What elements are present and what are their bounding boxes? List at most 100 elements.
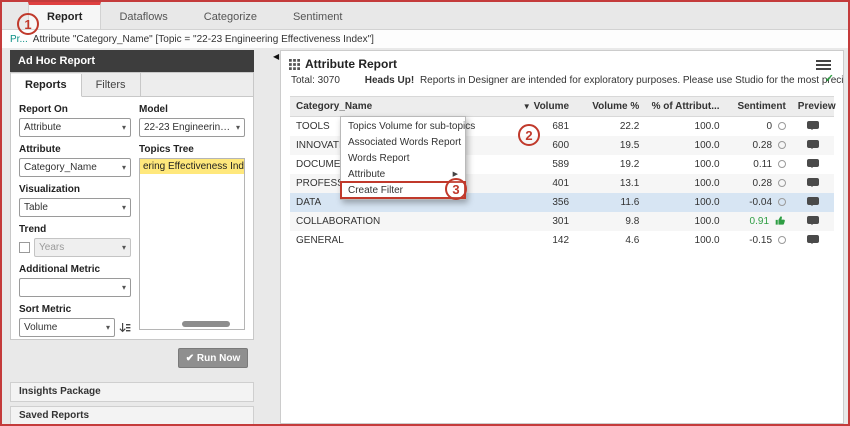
preview-cell[interactable]	[792, 231, 834, 250]
annotation-step-1: 1	[17, 13, 39, 35]
volume-pct-cell: 19.5	[575, 136, 645, 155]
chevron-down-icon: ▾	[122, 283, 126, 292]
sort-metric-value: Volume	[24, 322, 57, 333]
collapse-panel-icon[interactable]: ◀	[273, 52, 279, 61]
report-form: Report On Attribute ▾ Attribute Category…	[11, 97, 253, 339]
trend-checkbox[interactable]	[19, 242, 30, 253]
sort-desc-icon: ▼	[523, 102, 531, 111]
trend-value: Years	[39, 242, 64, 253]
col-volume-label: Volume	[534, 101, 569, 112]
trend-label: Trend	[19, 224, 131, 235]
comment-preview-icon	[807, 197, 819, 205]
notice-bold: Heads Up!	[365, 75, 414, 86]
col-volume-pct[interactable]: Volume %	[575, 97, 645, 117]
report-on-select[interactable]: Attribute ▾	[19, 118, 131, 137]
preview-cell[interactable]	[792, 155, 834, 174]
sidebar-title: Ad Hoc Report	[10, 50, 254, 72]
panel-title: Attribute Report	[305, 57, 397, 71]
volume-pct-cell: 19.2	[575, 155, 645, 174]
volume-cell: 589	[509, 155, 575, 174]
model-value: 22-23 Engineering Effectiv	[144, 122, 232, 133]
chevron-down-icon: ▾	[122, 123, 126, 132]
volume-pct-cell: 13.1	[575, 174, 645, 193]
breadcrumb-link[interactable]: Pr...	[10, 34, 28, 45]
topics-tree-selected-item[interactable]: ering Effectiveness Index	[140, 159, 244, 174]
notice-row: Total: 3070 Heads Up! Reports in Designe…	[281, 74, 843, 90]
breadcrumb: Pr... Attribute "Category_Name" [Topic =…	[2, 30, 848, 48]
col-attr-pct[interactable]: % of Attribut...	[645, 97, 725, 117]
sort-metric-label: Sort Metric	[19, 304, 131, 315]
volume-pct-cell: 11.6	[575, 193, 645, 212]
chevron-down-icon: ▾	[122, 203, 126, 212]
attribute-value: Category_Name	[24, 162, 97, 173]
preview-cell[interactable]	[792, 212, 834, 231]
tab-sentiment[interactable]: Sentiment	[275, 2, 361, 29]
category-cell: GENERAL	[290, 231, 509, 250]
preview-cell[interactable]	[792, 136, 834, 155]
preview-cell[interactable]	[792, 117, 834, 136]
menu-item-topics-volume-for-sub-topics[interactable]: Topics Volume for sub-topics	[341, 118, 465, 134]
tab-filters[interactable]: Filters	[82, 73, 141, 96]
neutral-sentiment-icon	[778, 236, 786, 244]
table-row-general[interactable]: GENERAL1424.6100.0-0.15	[290, 231, 834, 250]
tab-categorize[interactable]: Categorize	[186, 2, 275, 29]
neutral-sentiment-icon	[778, 179, 786, 187]
table-row-collaboration[interactable]: COLLABORATION3019.8100.00.91	[290, 212, 834, 231]
col-sentiment[interactable]: Sentiment	[726, 97, 792, 117]
volume-cell: 301	[509, 212, 575, 231]
screen: ReportDataflowsCategorizeSentiment Pr...…	[0, 0, 850, 426]
trend-select[interactable]: Years ▾	[34, 238, 131, 257]
comment-preview-icon	[807, 121, 819, 129]
sidebar-tabs: Reports Filters	[11, 73, 253, 97]
ad-hoc-report-panel: Reports Filters Report On Attribute ▾ At…	[10, 72, 254, 340]
sentiment-cell: 0	[726, 117, 792, 136]
preview-cell[interactable]	[792, 174, 834, 193]
success-check-icon: ✓	[825, 72, 834, 85]
horizontal-scrollbar-thumb[interactable]	[182, 321, 230, 327]
chevron-down-icon: ▾	[106, 323, 110, 332]
insights-package-section[interactable]: Insights Package	[10, 382, 254, 402]
top-tab-bar: ReportDataflowsCategorizeSentiment	[2, 2, 848, 30]
col-preview[interactable]: Preview	[792, 97, 834, 117]
menu-item-words-report[interactable]: Words Report	[341, 150, 465, 166]
neutral-sentiment-icon	[778, 198, 786, 206]
col-category-name[interactable]: Category_Name	[290, 97, 509, 117]
sentiment-cell: 0.11	[726, 155, 792, 174]
annotation-step-2: 2	[518, 124, 540, 146]
tab-report[interactable]: Report	[28, 2, 101, 29]
sort-metric-select[interactable]: Volume ▾	[19, 318, 115, 337]
submenu-arrow-icon: ▶	[453, 170, 458, 178]
attr-pct-cell: 100.0	[645, 212, 725, 231]
topics-tree: ering Effectiveness Index	[139, 158, 245, 330]
sentiment-cell: 0.91	[726, 212, 792, 231]
menu-item-associated-words-report[interactable]: Associated Words Report	[341, 134, 465, 150]
col-volume[interactable]: ▼Volume	[509, 97, 575, 117]
attr-pct-cell: 100.0	[645, 155, 725, 174]
thumbs-up-icon	[775, 215, 786, 226]
chevron-down-icon: ▾	[122, 163, 126, 172]
tab-dataflows[interactable]: Dataflows	[101, 2, 185, 29]
attr-pct-cell: 100.0	[645, 174, 725, 193]
sentiment-cell: -0.15	[726, 231, 792, 250]
volume-pct-cell: 9.8	[575, 212, 645, 231]
sentiment-cell: 0.28	[726, 136, 792, 155]
run-now-button[interactable]: ✔ Run Now	[178, 348, 248, 368]
attribute-select[interactable]: Category_Name ▾	[19, 158, 131, 177]
additional-metric-select[interactable]: ▾	[19, 278, 131, 297]
comment-preview-icon	[807, 235, 819, 243]
preview-cell[interactable]	[792, 193, 834, 212]
category-cell: COLLABORATION	[290, 212, 509, 231]
visualization-select[interactable]: Table ▾	[19, 198, 131, 217]
saved-reports-section[interactable]: Saved Reports	[10, 406, 254, 426]
sort-order-icon[interactable]	[119, 322, 131, 334]
annotation-step-3: 3	[445, 178, 467, 200]
comment-preview-icon	[807, 159, 819, 167]
model-select[interactable]: 22-23 Engineering Effectiv ▾	[139, 118, 245, 137]
additional-metric-label: Additional Metric	[19, 264, 131, 275]
tab-reports[interactable]: Reports	[11, 74, 82, 97]
model-label: Model	[139, 104, 245, 115]
menu-item-attribute[interactable]: Attribute▶	[341, 166, 465, 182]
notice-text: Reports in Designer are intended for exp…	[420, 75, 843, 86]
grid-icon	[289, 59, 300, 70]
hamburger-menu-icon[interactable]	[816, 58, 831, 72]
